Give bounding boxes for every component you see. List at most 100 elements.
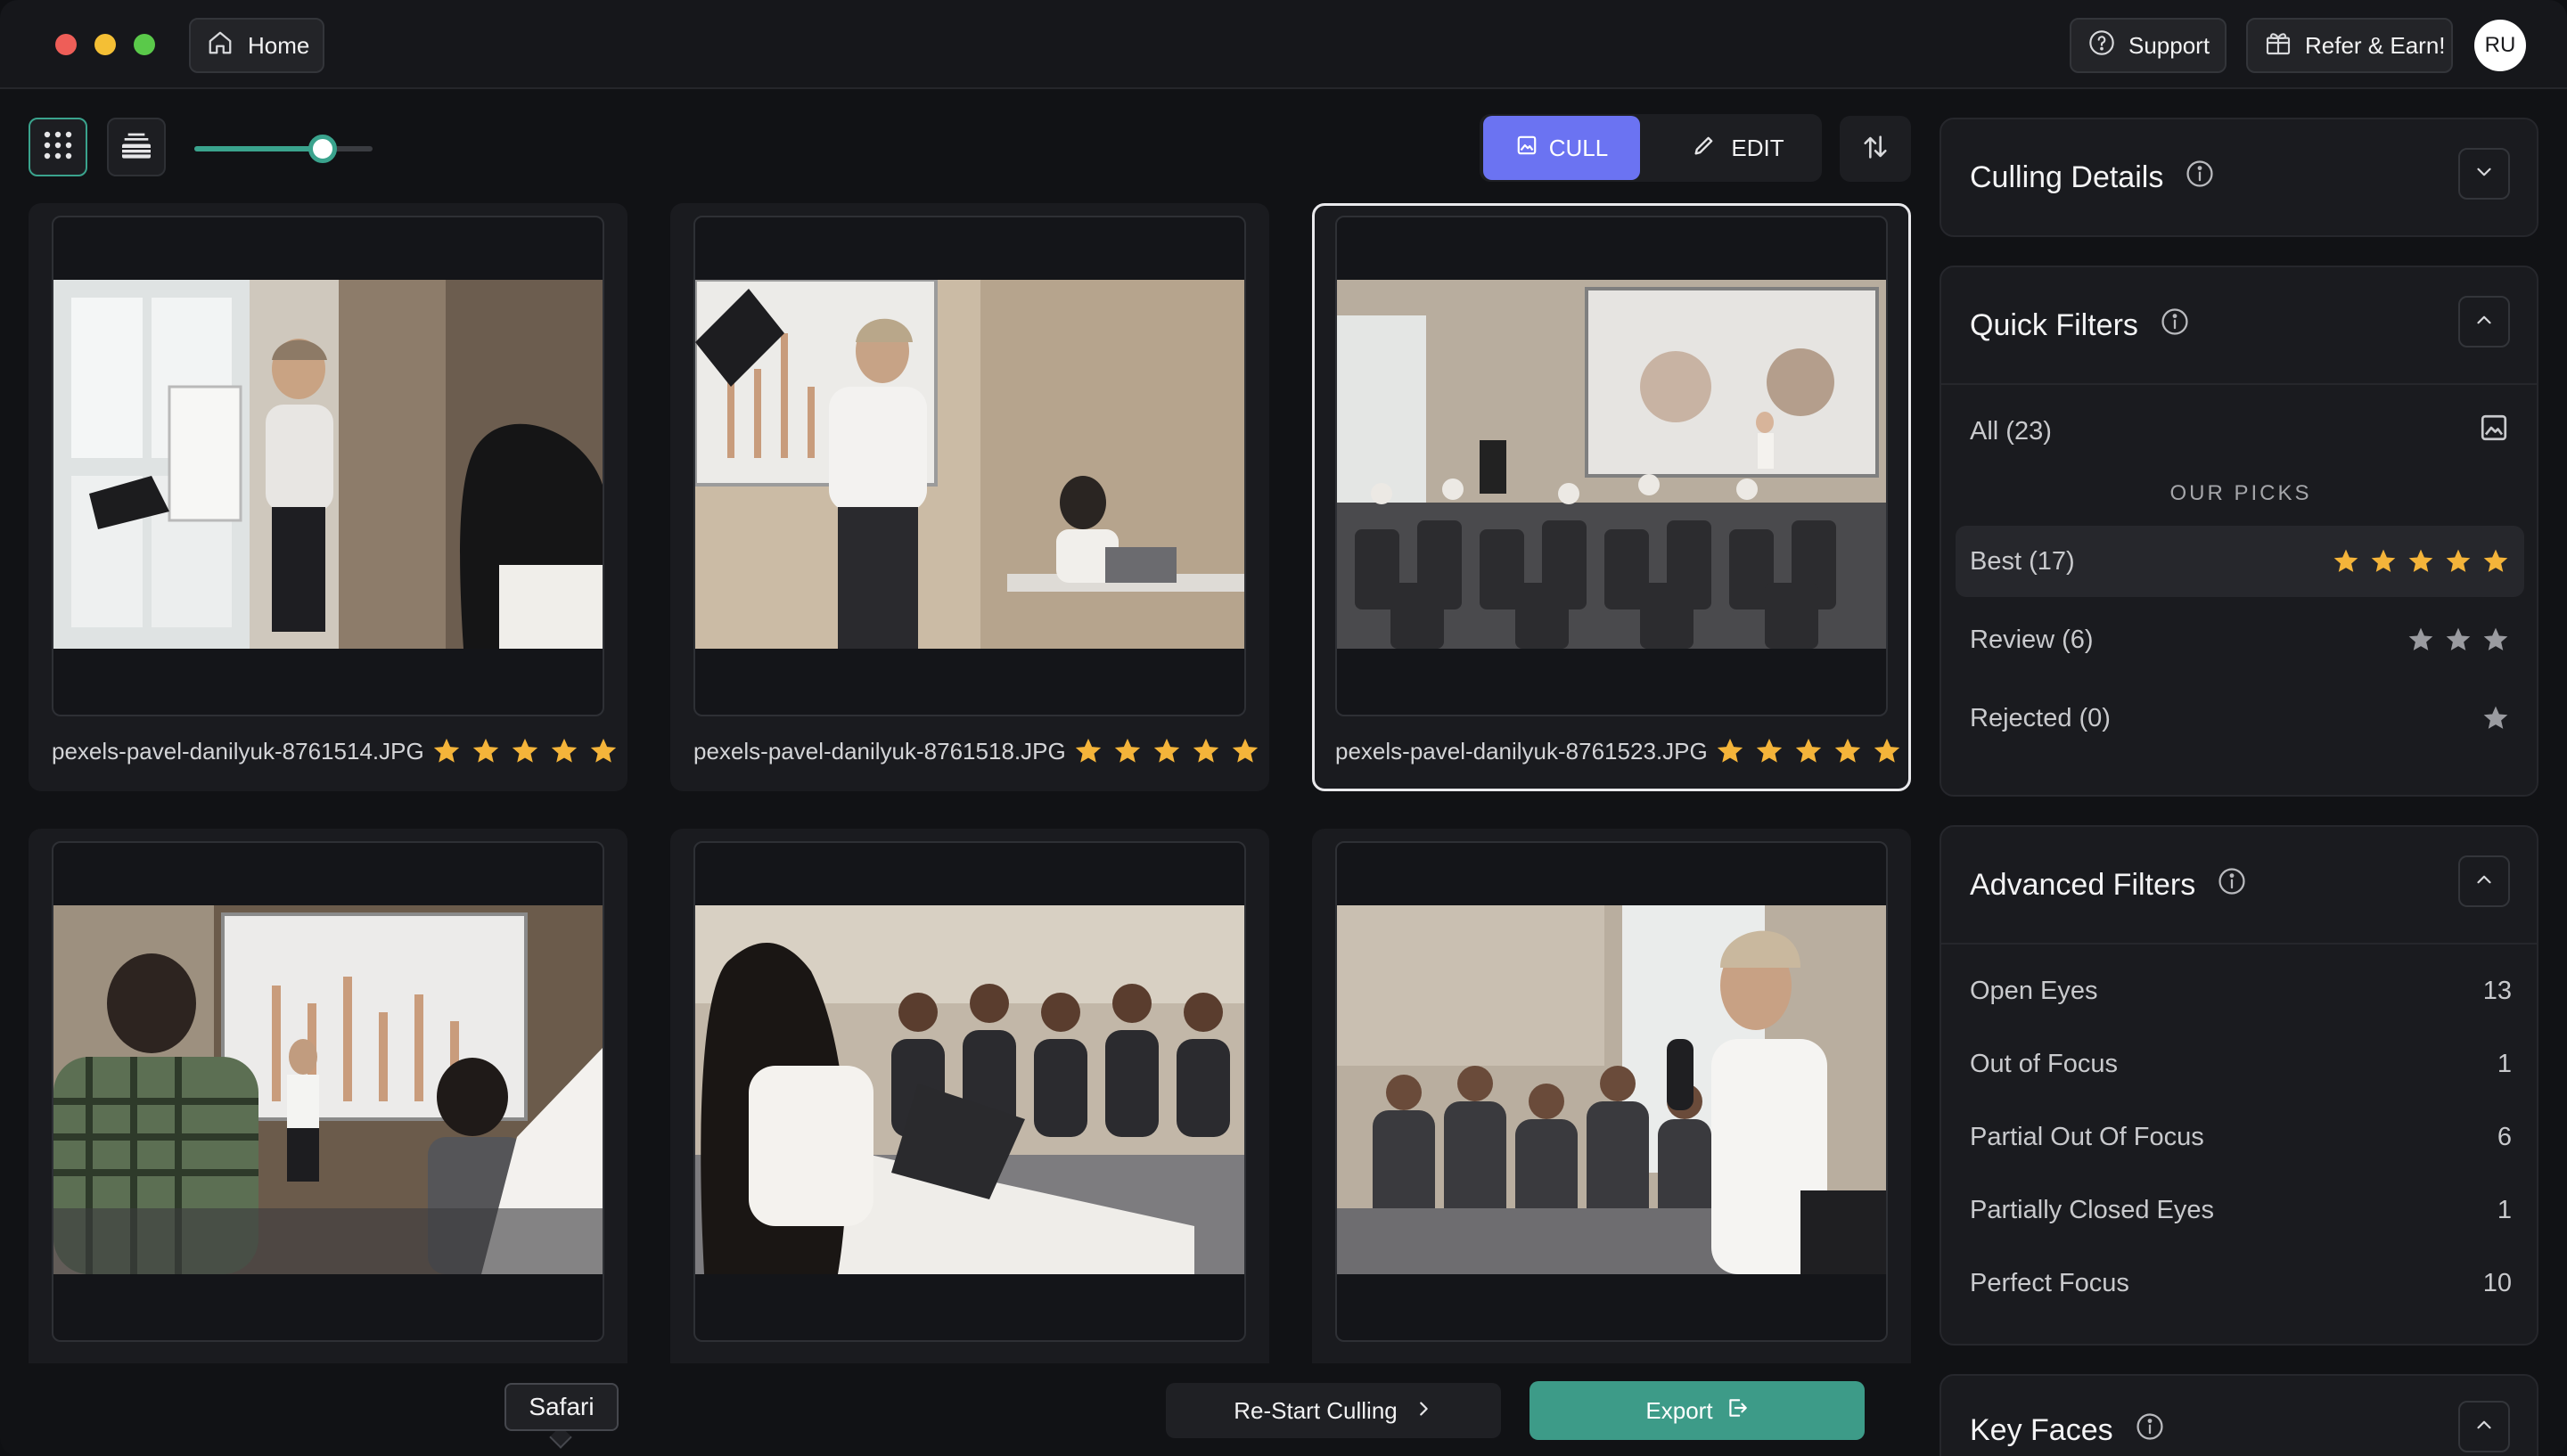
home-label: Home: [248, 31, 310, 59]
collapse-button[interactable]: [2458, 855, 2510, 907]
photo-card[interactable]: pexels-pavel-danilyuk-8761518.JPG: [670, 203, 1269, 791]
user-avatar[interactable]: RU: [2474, 20, 2526, 71]
export-button[interactable]: Export: [1530, 1381, 1865, 1440]
title-bar: Home Support Refer & Earn! RU: [0, 0, 2567, 89]
star-icon[interactable]: [588, 736, 619, 766]
filter-partially-closed-eyes[interactable]: Partially Closed Eyes 1: [1970, 1196, 2512, 1225]
panel-title: Key Faces: [1970, 1413, 2113, 1447]
collapse-button[interactable]: [2458, 1401, 2510, 1452]
photo-thumbnail[interactable]: [1337, 905, 1886, 1274]
filter-label: Partial Out Of Focus: [1970, 1123, 2204, 1151]
photo-thumbnail[interactable]: [695, 905, 1244, 1274]
star-icon[interactable]: [1793, 736, 1824, 766]
cull-mode-button[interactable]: CULL: [1483, 116, 1640, 180]
refer-earn-button[interactable]: Refer & Earn!: [2246, 18, 2453, 73]
gallery-icon[interactable]: [2478, 412, 2510, 451]
minimize-window-button[interactable]: [94, 34, 116, 55]
image-icon: [1515, 134, 1538, 163]
photo-grid: pexels-pavel-danilyuk-8761514.JPG pexels…: [29, 203, 1911, 1363]
refer-label: Refer & Earn!: [2305, 31, 2446, 59]
star-icon[interactable]: [2369, 547, 2398, 576]
photo-card[interactable]: [1312, 829, 1911, 1363]
chevron-down-icon: [2473, 160, 2496, 188]
star-rating[interactable]: [431, 736, 619, 766]
home-button[interactable]: Home: [189, 18, 324, 73]
star-icon[interactable]: [2481, 547, 2510, 576]
photo-thumbnail[interactable]: [53, 905, 603, 1274]
panel-divider: [1941, 383, 2537, 385]
restart-label: Re-Start Culling: [1234, 1396, 1398, 1424]
restart-culling-button[interactable]: Re-Start Culling: [1166, 1383, 1501, 1438]
export-icon: [1726, 1396, 1749, 1426]
edit-label: EDIT: [1731, 134, 1784, 161]
panel-title: Culling Details: [1970, 160, 2164, 194]
star-icon[interactable]: [1754, 736, 1784, 766]
star-icon[interactable]: [1230, 736, 1260, 766]
quick-filters-panel: Quick Filters All (23) OUR PICKS Best (1…: [1940, 266, 2538, 797]
star-icon[interactable]: [549, 736, 579, 766]
cull-label: CULL: [1548, 134, 1609, 161]
stack-view-button[interactable]: [107, 118, 166, 176]
star-icon[interactable]: [510, 736, 540, 766]
close-window-button[interactable]: [55, 34, 77, 55]
star-icon[interactable]: [2332, 547, 2360, 576]
filter-perfect-focus[interactable]: Perfect Focus 10: [1970, 1269, 2512, 1298]
photo-thumbnail[interactable]: [1337, 280, 1886, 649]
filter-best[interactable]: Best (17): [1956, 526, 2524, 597]
filter-all[interactable]: All (23): [1956, 396, 2524, 467]
star-icon[interactable]: [1833, 736, 1863, 766]
key-faces-panel: Key Faces: [1940, 1374, 2538, 1456]
star-icon[interactable]: [1872, 736, 1902, 766]
filter-label: Review (6): [1970, 625, 2094, 654]
photo-card-selected[interactable]: pexels-pavel-danilyuk-8761523.JPG: [1312, 203, 1911, 791]
star-icon[interactable]: [2444, 626, 2473, 654]
info-icon[interactable]: [2217, 866, 2247, 904]
pencil-icon: [1692, 133, 1717, 164]
zoom-slider[interactable]: [194, 135, 373, 163]
info-icon[interactable]: [2185, 159, 2215, 197]
star-rating[interactable]: [1715, 736, 1902, 766]
collapse-button[interactable]: [2458, 296, 2510, 348]
star-icon[interactable]: [1191, 736, 1221, 766]
star-icon[interactable]: [1112, 736, 1143, 766]
photo-card[interactable]: pexels-pavel-danilyuk-8761514.JPG: [29, 203, 627, 791]
home-icon: [207, 29, 234, 62]
filter-count: 1: [2497, 1050, 2512, 1078]
star-icon[interactable]: [2481, 626, 2510, 654]
info-icon[interactable]: [2160, 307, 2190, 345]
filter-out-of-focus[interactable]: Out of Focus 1: [1970, 1050, 2512, 1079]
sort-arrows-icon: [1860, 132, 1890, 167]
photo-thumbnail[interactable]: [53, 280, 603, 649]
filter-review[interactable]: Review (6): [1956, 604, 2524, 675]
expand-button[interactable]: [2458, 148, 2510, 200]
filter-rejected[interactable]: Rejected (0): [1956, 683, 2524, 754]
star-icon[interactable]: [2407, 547, 2435, 576]
star-icon[interactable]: [2481, 704, 2510, 732]
zoom-window-button[interactable]: [134, 34, 155, 55]
star-icon[interactable]: [2407, 626, 2435, 654]
zoom-slider-thumb[interactable]: [308, 135, 337, 163]
filter-open-eyes[interactable]: Open Eyes 13: [1970, 977, 2512, 1006]
star-icon[interactable]: [1073, 736, 1103, 766]
star-rating[interactable]: [1073, 736, 1260, 766]
filter-stars: [2407, 626, 2510, 654]
filter-partial-out-of-focus[interactable]: Partial Out Of Focus 6: [1970, 1123, 2512, 1152]
grid-dots-icon: [40, 127, 76, 168]
star-icon[interactable]: [1152, 736, 1182, 766]
info-icon[interactable]: [2135, 1411, 2165, 1450]
sort-button[interactable]: [1840, 116, 1911, 182]
support-button[interactable]: Support: [2070, 18, 2227, 73]
photo-card[interactable]: [29, 829, 627, 1363]
edit-mode-button[interactable]: EDIT: [1658, 116, 1818, 180]
grid-view-button[interactable]: [29, 118, 87, 176]
photo-thumbnail[interactable]: [695, 280, 1244, 649]
star-icon[interactable]: [2444, 547, 2473, 576]
support-label: Support: [2128, 31, 2210, 59]
photo-frame: [693, 216, 1246, 716]
star-icon[interactable]: [471, 736, 501, 766]
filter-count: 6: [2497, 1123, 2512, 1151]
star-icon[interactable]: [431, 736, 462, 766]
star-icon[interactable]: [1715, 736, 1745, 766]
photo-card[interactable]: [670, 829, 1269, 1363]
panel-header: Quick Filters: [1970, 307, 2190, 345]
